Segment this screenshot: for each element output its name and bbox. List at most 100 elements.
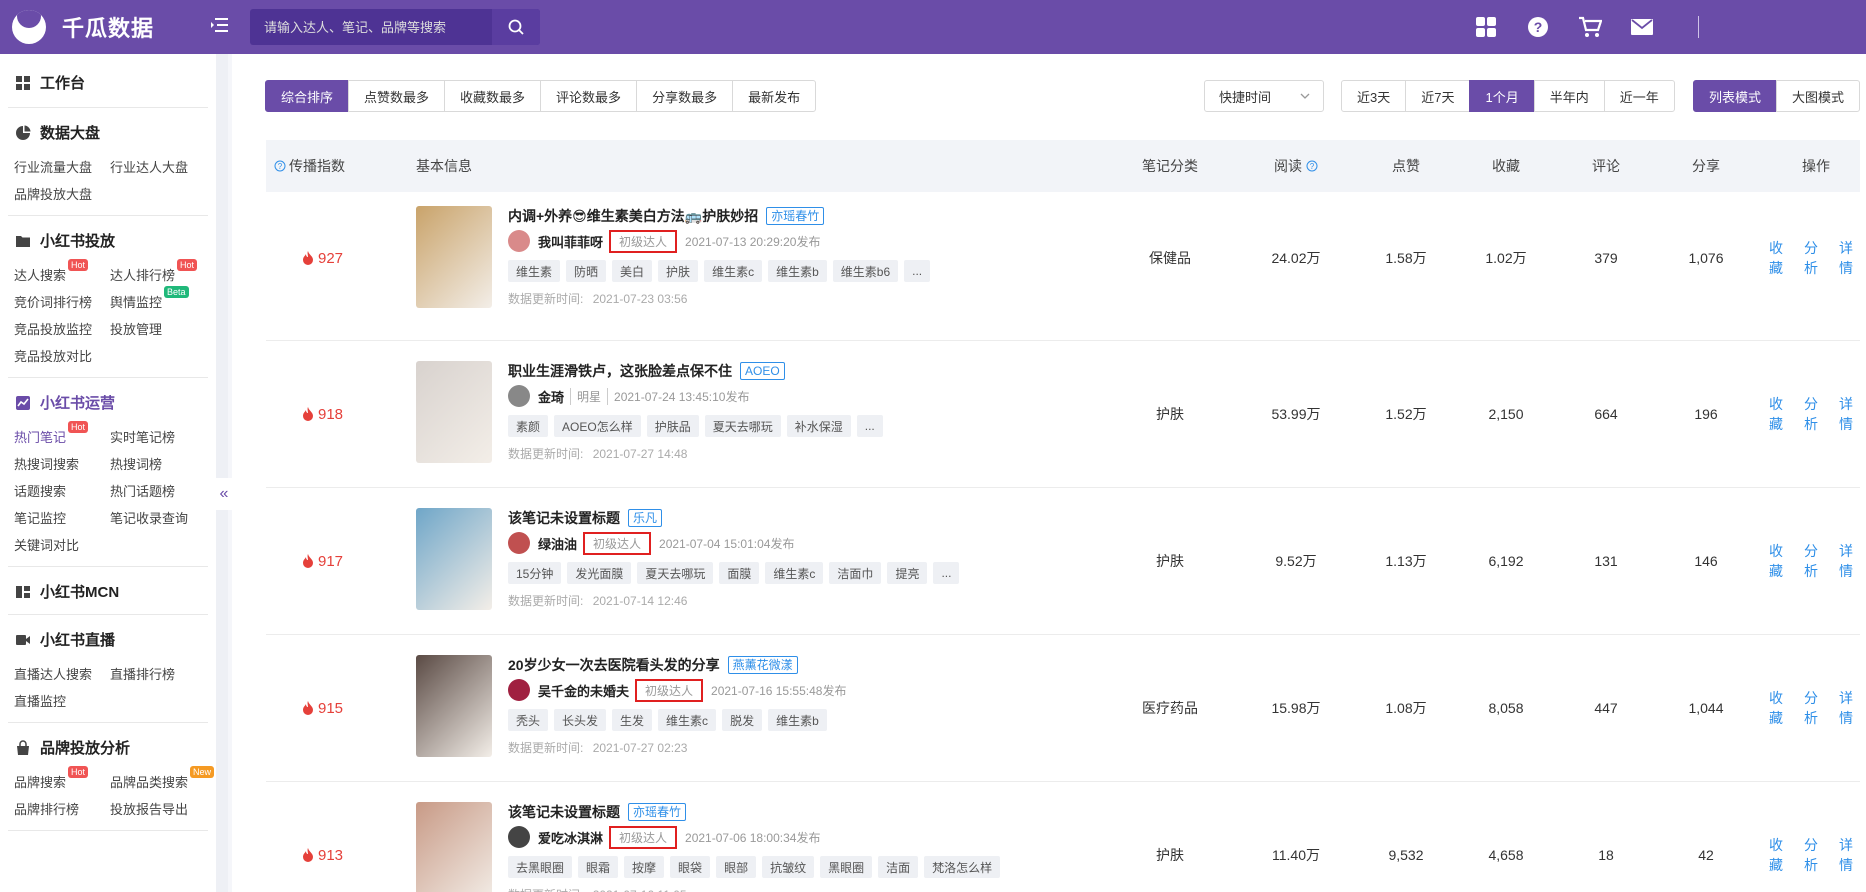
note-tag[interactable]: 夏天去哪玩 <box>637 562 714 584</box>
header-score[interactable]: ? 传播指数 <box>274 140 345 192</box>
collect-link[interactable]: 收藏 <box>1769 835 1790 875</box>
sidebar-item[interactable]: 竞品投放监控 <box>14 319 110 338</box>
collapse-sidebar-icon[interactable]: « <box>216 478 232 510</box>
avatar[interactable] <box>508 230 530 252</box>
brand-tag[interactable]: 亦瑶春竹 <box>628 803 687 821</box>
note-tag[interactable]: AOEO怎么样 <box>554 415 641 437</box>
sidebar-item[interactable]: 热搜词搜索 <box>14 454 110 473</box>
cart-icon[interactable] <box>1564 16 1616 38</box>
note-tag[interactable]: 黑眼圈 <box>820 856 873 878</box>
note-tag[interactable]: 面膜 <box>719 562 760 584</box>
sidebar-item[interactable]: 行业达人大盘 <box>110 157 206 176</box>
header-comments[interactable]: 评论 <box>1556 140 1656 192</box>
range-tab-0[interactable]: 近3天 <box>1341 80 1407 112</box>
analyze-link[interactable]: 分析 <box>1804 541 1825 581</box>
sidebar-section-title[interactable]: 小红书投放 <box>14 230 202 251</box>
collect-link[interactable]: 收藏 <box>1769 541 1790 581</box>
avatar[interactable] <box>508 679 530 701</box>
note-tag[interactable]: ... <box>856 415 883 437</box>
note-title[interactable]: 内调+外养😎维生素美白方法🚌护肤妙招 <box>508 206 758 226</box>
sort-tab-1[interactable]: 点赞数最多 <box>348 80 446 112</box>
sidebar-item[interactable]: 直播达人搜索 <box>14 664 110 683</box>
author-name[interactable]: 吴千金的未婚夫 <box>538 681 629 700</box>
note-tag[interactable]: 眼袋 <box>670 856 711 878</box>
note-tag[interactable]: 维生素b <box>768 709 827 731</box>
note-tag[interactable]: 维生素b6 <box>832 260 899 282</box>
avatar[interactable] <box>508 826 530 848</box>
note-tag[interactable]: 维生素b <box>768 260 827 282</box>
sidebar-item[interactable]: 品牌搜索 Hot <box>14 766 110 791</box>
note-tag[interactable]: 发光面膜 <box>567 562 632 584</box>
note-tag[interactable]: 维生素c <box>704 260 763 282</box>
note-tag[interactable]: 按摩 <box>624 856 665 878</box>
menu-toggle-icon[interactable] <box>202 16 238 39</box>
sidebar-section-title[interactable]: 小红书直播 <box>14 629 202 650</box>
note-tag[interactable]: 防晒 <box>566 260 607 282</box>
apps-icon[interactable] <box>1460 16 1512 38</box>
logo[interactable]: 千瓜数据 <box>12 10 202 44</box>
note-title[interactable]: 该笔记未设置标题 <box>508 802 620 822</box>
range-tab-4[interactable]: 近一年 <box>1603 80 1675 112</box>
avatar[interactable] <box>508 385 530 407</box>
note-tag[interactable]: 维生素c <box>658 709 717 731</box>
note-tag[interactable]: 维生素 <box>508 260 561 282</box>
sidebar-item[interactable]: 热搜词榜 <box>110 454 206 473</box>
header-likes[interactable]: 点赞 <box>1356 140 1456 192</box>
collect-link[interactable]: 收藏 <box>1769 394 1790 434</box>
sidebar-item[interactable]: 直播监控 <box>14 691 110 710</box>
help-icon[interactable]: ? <box>1512 16 1564 38</box>
sidebar-item[interactable]: 热门话题榜 <box>110 481 206 500</box>
note-tag[interactable]: 护肤 <box>658 260 699 282</box>
sidebar-item[interactable]: 达人排行榜 Hot <box>110 259 206 284</box>
brand-tag[interactable]: AOEO <box>740 362 785 380</box>
brand-tag[interactable]: 亦瑶春竹 <box>766 207 825 225</box>
sort-tab-0[interactable]: 综合排序 <box>265 80 350 112</box>
sidebar-item[interactable]: 品牌排行榜 <box>14 799 110 818</box>
sidebar-item[interactable]: 直播排行榜 <box>110 664 206 683</box>
author-name[interactable]: 我叫菲菲呀 <box>538 232 603 251</box>
sidebar-item[interactable]: 关键词对比 <box>14 535 110 554</box>
analyze-link[interactable]: 分析 <box>1804 688 1825 728</box>
note-tag[interactable]: 眼部 <box>716 856 757 878</box>
note-thumbnail[interactable] <box>416 206 492 308</box>
sort-tab-4[interactable]: 分享数最多 <box>636 80 734 112</box>
sidebar-item[interactable]: 实时笔记榜 <box>110 427 206 446</box>
collect-link[interactable]: 收藏 <box>1769 688 1790 728</box>
sort-tab-5[interactable]: 最新发布 <box>732 80 817 112</box>
analyze-link[interactable]: 分析 <box>1804 835 1825 875</box>
sidebar-section-title[interactable]: 数据大盘 <box>14 122 202 143</box>
note-tag[interactable]: 素颜 <box>508 415 549 437</box>
note-thumbnail[interactable] <box>416 802 492 892</box>
note-tag[interactable]: 长头发 <box>554 709 607 731</box>
sidebar-section-title[interactable]: 工作台 <box>14 72 202 93</box>
detail-link[interactable]: 详情 <box>1839 238 1860 278</box>
detail-link[interactable]: 详情 <box>1839 541 1860 581</box>
note-tag[interactable]: 洁面 <box>878 856 919 878</box>
range-tab-2[interactable]: 1个月 <box>1469 80 1535 112</box>
sidebar-item[interactable]: 投放管理 <box>110 319 206 338</box>
range-tab-3[interactable]: 半年内 <box>1533 80 1605 112</box>
note-tag[interactable]: 维生素c <box>765 562 824 584</box>
search-input[interactable] <box>250 9 492 45</box>
detail-link[interactable]: 详情 <box>1839 688 1860 728</box>
sidebar-section-title[interactable]: 小红书MCN <box>14 581 202 602</box>
note-tag[interactable]: 去黑眼圈 <box>508 856 573 878</box>
sidebar-section-title[interactable]: 品牌投放分析 <box>14 737 202 758</box>
note-tag[interactable]: 夏天去哪玩 <box>704 415 781 437</box>
sidebar-item[interactable]: 达人搜索 Hot <box>14 259 110 284</box>
sidebar-item[interactable]: 竞价词排行榜 <box>14 292 110 311</box>
range-tab-1[interactable]: 近7天 <box>1405 80 1471 112</box>
quick-time-select[interactable]: 快捷时间 <box>1204 80 1324 112</box>
brand-tag[interactable]: 燕薰花微漾 <box>727 656 798 674</box>
search-button[interactable] <box>492 9 540 45</box>
sort-tab-2[interactable]: 收藏数最多 <box>444 80 542 112</box>
header-collects[interactable]: 收藏 <box>1456 140 1556 192</box>
note-tag[interactable]: ... <box>933 562 960 584</box>
sidebar-item[interactable]: 投放报告导出 <box>110 799 206 818</box>
note-tag[interactable]: 抗皱纹 <box>762 856 815 878</box>
note-tag[interactable]: 生发 <box>612 709 653 731</box>
sidebar-item[interactable]: 热门笔记 Hot <box>14 421 110 446</box>
note-title[interactable]: 该笔记未设置标题 <box>508 508 620 528</box>
analyze-link[interactable]: 分析 <box>1804 394 1825 434</box>
sidebar-item[interactable]: 品牌品类搜索 New <box>110 766 215 791</box>
